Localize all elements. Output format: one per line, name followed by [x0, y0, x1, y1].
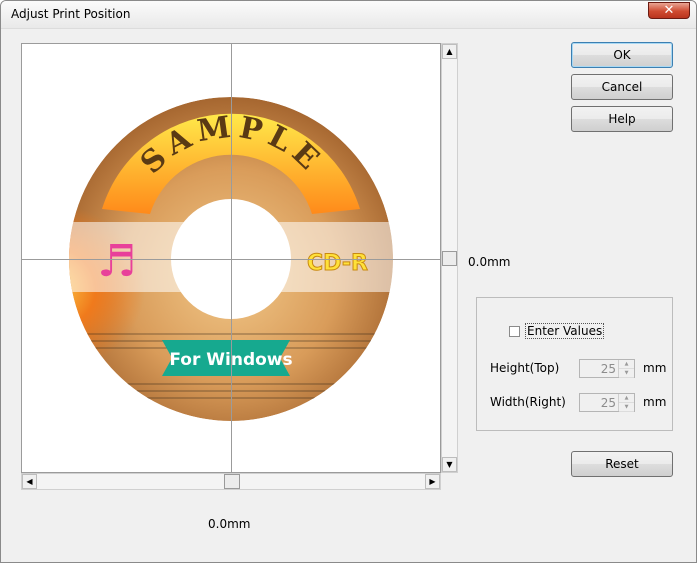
- height-spin-down-icon[interactable]: ▼: [619, 369, 634, 378]
- width-right-spinbox[interactable]: 25 ▲ ▼: [579, 393, 635, 412]
- horizontal-scroll-thumb[interactable]: [224, 474, 240, 489]
- cancel-button[interactable]: Cancel: [571, 74, 673, 100]
- vertical-scrollbar[interactable]: ▲ ▼: [441, 43, 458, 473]
- width-right-value: 25: [600, 396, 616, 410]
- enter-values-checkbox[interactable]: [509, 326, 520, 337]
- adjust-print-position-dialog: Adjust Print Position ✕ SAMPLE ♬ CD-R Fo…: [0, 0, 697, 563]
- height-spin-up-icon[interactable]: ▲: [619, 360, 634, 369]
- vertical-scroll-thumb[interactable]: [442, 251, 457, 266]
- close-button[interactable]: ✕: [648, 2, 690, 19]
- width-unit-label: mm: [643, 395, 667, 409]
- height-unit-label: mm: [643, 361, 667, 375]
- horizontal-offset-readout: 0.0mm: [208, 517, 251, 531]
- horizontal-scrollbar[interactable]: ◀ ▶: [21, 473, 441, 490]
- vertical-offset-readout: 0.0mm: [468, 255, 511, 269]
- width-spin-buttons[interactable]: ▲ ▼: [618, 394, 634, 412]
- height-top-value: 25: [600, 362, 616, 376]
- horizontal-center-guide: [22, 259, 440, 260]
- enter-values-label[interactable]: Enter Values: [525, 323, 605, 339]
- ok-button[interactable]: OK: [571, 42, 673, 68]
- scroll-left-button[interactable]: ◀: [22, 474, 37, 489]
- width-spin-up-icon[interactable]: ▲: [619, 394, 634, 403]
- print-preview-canvas[interactable]: SAMPLE ♬ CD-R For Windows: [21, 43, 441, 473]
- music-note-icon: ♬: [97, 236, 136, 287]
- scroll-up-button[interactable]: ▲: [442, 44, 457, 59]
- width-right-label: Width(Right): [490, 395, 566, 409]
- height-top-spinbox[interactable]: 25 ▲ ▼: [579, 359, 635, 378]
- vertical-center-guide: [231, 44, 232, 472]
- window-title: Adjust Print Position: [11, 7, 131, 21]
- scroll-down-button[interactable]: ▼: [442, 457, 457, 472]
- height-top-label: Height(Top): [490, 361, 560, 375]
- cdr-logo-text: CD-R: [307, 251, 368, 276]
- height-spin-buttons[interactable]: ▲ ▼: [618, 360, 634, 378]
- reset-button[interactable]: Reset: [571, 451, 673, 477]
- scroll-right-button[interactable]: ▶: [425, 474, 440, 489]
- title-bar: Adjust Print Position ✕: [1, 1, 696, 29]
- enter-values-panel: Enter Values Height(Top) 25 ▲ ▼ mm Width(…: [476, 297, 673, 431]
- width-spin-down-icon[interactable]: ▼: [619, 403, 634, 412]
- help-button[interactable]: Help: [571, 106, 673, 132]
